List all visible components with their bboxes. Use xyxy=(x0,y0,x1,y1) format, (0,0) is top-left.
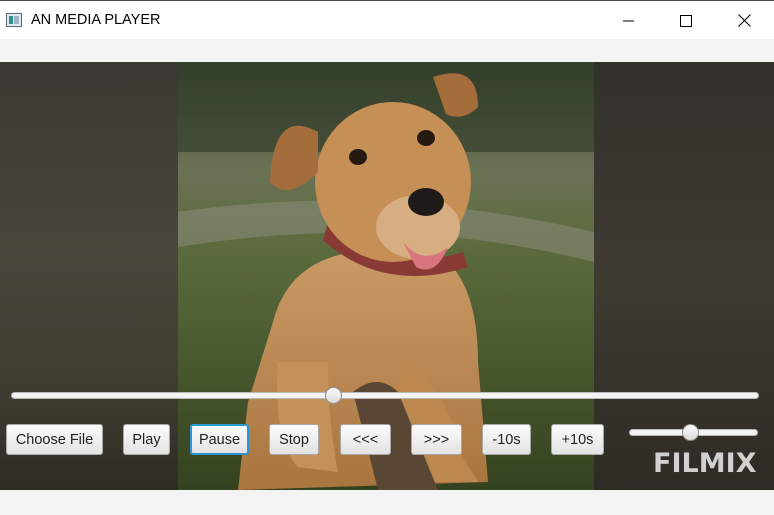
stop-button[interactable]: Stop xyxy=(269,424,319,455)
pause-button[interactable]: Pause xyxy=(190,424,249,455)
rewind-button[interactable]: <<< xyxy=(340,424,391,455)
seek-slider-track[interactable] xyxy=(11,392,759,399)
choose-file-button[interactable]: Choose File xyxy=(6,424,103,455)
minimize-icon xyxy=(623,20,634,21)
skip-back-10s-button[interactable]: -10s xyxy=(482,424,531,455)
fast-forward-button[interactable]: >>> xyxy=(411,424,462,455)
filmix-watermark: FILMIX xyxy=(653,448,757,479)
close-icon xyxy=(737,14,751,27)
maximize-button[interactable] xyxy=(663,1,709,40)
volume-slider-thumb[interactable] xyxy=(681,424,699,441)
maximize-icon xyxy=(680,14,692,27)
minimize-button[interactable] xyxy=(606,1,652,40)
title-bar: AN MEDIA PLAYER xyxy=(0,0,774,39)
skip-forward-10s-button[interactable]: +10s xyxy=(551,424,604,455)
close-button[interactable] xyxy=(721,1,767,40)
play-button[interactable]: Play xyxy=(123,424,170,455)
menu-bar xyxy=(0,39,774,62)
window-title: AN MEDIA PLAYER xyxy=(31,12,161,28)
app-icon xyxy=(6,13,22,27)
status-bar xyxy=(0,490,774,515)
